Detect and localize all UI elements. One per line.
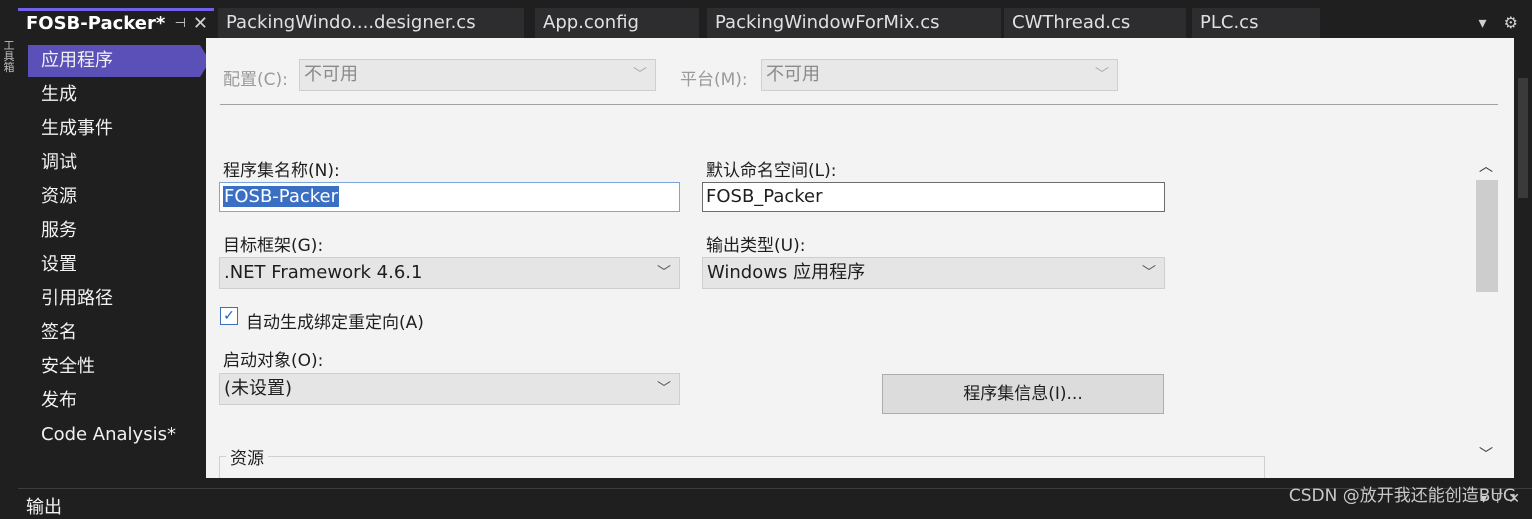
tab-label: PackingWindowForMix.cs — [715, 12, 940, 33]
sidebar-item-build[interactable]: 生成 — [28, 79, 200, 111]
right-rail-handle[interactable] — [1518, 78, 1528, 198]
sidebar-item-label: 签名 — [41, 322, 77, 343]
resources-group-box — [219, 456, 1265, 478]
sidebar-item-code-analysis[interactable]: Code Analysis* — [28, 419, 200, 451]
sidebar-item-security[interactable]: 安全性 — [28, 351, 200, 383]
tab-fosb-packer[interactable]: FOSB-Packer* ⊣ ✕ — [18, 8, 214, 38]
platform-label: 平台(M): — [680, 65, 748, 90]
sidebar-item-settings[interactable]: 设置 — [28, 249, 200, 281]
sidebar-item-label: 资源 — [41, 186, 77, 207]
sidebar-item-publish[interactable]: 发布 — [28, 385, 200, 417]
output-type-select[interactable]: Windows 应用程序 ﹀ — [702, 257, 1165, 289]
sidebar-item-label: 设置 — [41, 254, 77, 275]
config-select: 不可用 ﹀ — [299, 59, 656, 91]
sidebar-item-build-events[interactable]: 生成事件 — [28, 113, 200, 145]
tab-label: CWThread.cs — [1012, 12, 1130, 33]
application-properties-page: 配置(C): 不可用 ﹀ 平台(M): 不可用 ﹀ 程序集名称(N): FOSB… — [206, 38, 1514, 478]
tab-label: PLC.cs — [1200, 12, 1258, 33]
divider — [220, 104, 1498, 105]
auto-binding-label[interactable]: 自动生成绑定重定向(A) — [246, 308, 424, 333]
tab-app-config[interactable]: App.config — [535, 8, 699, 38]
sidebar-item-services[interactable]: 服务 — [28, 215, 200, 247]
vertical-scrollbar[interactable]: ︿ ﹀ — [1474, 150, 1498, 470]
chevron-up-icon[interactable]: ︿ — [1478, 156, 1494, 176]
sidebar-item-application[interactable]: 应用程序 — [28, 45, 200, 77]
sidebar-item-label: 安全性 — [41, 356, 95, 377]
tab-plc[interactable]: PLC.cs — [1192, 8, 1320, 38]
output-type-label: 输出类型(U): — [706, 231, 805, 256]
default-namespace-value: FOSB_Packer — [706, 186, 823, 207]
chevron-down-icon: ﹀ — [1095, 60, 1109, 90]
tab-packingwindowformix[interactable]: PackingWindowForMix.cs — [707, 8, 1001, 38]
auto-binding-checkbox[interactable]: ✓ — [220, 307, 238, 325]
resources-group-label: 资源 — [226, 444, 268, 469]
toolbox-rail[interactable]: 工具箱 — [0, 0, 18, 516]
toolbox-rail-label: 工具箱 — [2, 40, 16, 73]
sidebar-item-label: 服务 — [41, 220, 77, 241]
chevron-down-icon[interactable]: ﹀ — [1478, 444, 1494, 464]
assembly-info-button[interactable]: 程序集信息(I)... — [882, 374, 1164, 414]
sidebar-item-label: 发布 — [41, 390, 77, 411]
sidebar-item-label: 引用路径 — [41, 288, 113, 309]
tab-packingwindow-designer[interactable]: PackingWindo....designer.cs — [218, 8, 524, 38]
tab-label: App.config — [543, 12, 639, 33]
assembly-name-value: FOSB-Packer — [223, 186, 339, 207]
startup-object-label: 启动对象(O): — [223, 346, 323, 371]
tab-cwthread[interactable]: CWThread.cs — [1004, 8, 1186, 38]
default-namespace-label: 默认命名空间(L): — [706, 156, 836, 181]
sidebar-item-reference-paths[interactable]: 引用路径 — [28, 283, 200, 315]
target-framework-select[interactable]: .NET Framework 4.6.1 ﹀ — [219, 257, 680, 289]
config-value: 不可用 — [304, 64, 358, 85]
sidebar-item-label: Code Analysis* — [41, 424, 176, 445]
config-label: 配置(C): — [223, 65, 288, 90]
startup-object-select[interactable]: (未设置) ﹀ — [219, 373, 680, 405]
scrollbar-thumb[interactable] — [1476, 180, 1498, 292]
gear-icon[interactable]: ⚙ — [1504, 13, 1518, 32]
check-icon: ✓ — [223, 308, 235, 324]
tab-label: FOSB-Packer* — [26, 13, 165, 34]
output-type-value: Windows 应用程序 — [707, 262, 865, 283]
dropdown-icon[interactable]: ▾ — [1479, 13, 1487, 32]
sidebar-item-label: 生成事件 — [41, 118, 113, 139]
startup-object-value: (未设置) — [224, 378, 292, 399]
chevron-down-icon: ﹀ — [1142, 258, 1156, 288]
tabbar-tools: ▾ ⚙ — [1467, 8, 1518, 38]
target-framework-label: 目标框架(G): — [223, 231, 323, 256]
sidebar-item-debug[interactable]: 调试 — [28, 147, 200, 179]
sidebar-item-label: 生成 — [41, 84, 77, 105]
target-framework-value: .NET Framework 4.6.1 — [224, 262, 422, 283]
sidebar-item-signing[interactable]: 签名 — [28, 317, 200, 349]
document-tab-bar: FOSB-Packer* ⊣ ✕ PackingWindo....designe… — [18, 8, 1532, 38]
output-panel-title[interactable]: 输出 — [26, 493, 62, 519]
assembly-name-label: 程序集名称(N): — [223, 156, 340, 181]
right-rail — [1514, 38, 1532, 478]
platform-value: 不可用 — [766, 64, 820, 85]
tab-label: PackingWindo....designer.cs — [226, 12, 476, 33]
chevron-down-icon: ﹀ — [657, 374, 671, 404]
default-namespace-input[interactable]: FOSB_Packer — [702, 182, 1165, 212]
pin-icon[interactable]: ⊣ — [175, 11, 186, 37]
assembly-name-input[interactable]: FOSB-Packer — [219, 182, 680, 212]
sidebar-item-label: 调试 — [41, 152, 77, 173]
project-properties-nav: 应用程序 生成 生成事件 调试 资源 服务 设置 引用路径 签名 安全性 发布 … — [28, 45, 206, 478]
watermark: CSDN @放开我还能创造BUG — [1289, 481, 1516, 506]
platform-select: 不可用 ﹀ — [761, 59, 1118, 91]
close-icon[interactable]: ✕ — [193, 11, 208, 37]
sidebar-item-label: 应用程序 — [41, 50, 113, 71]
sidebar-item-resources[interactable]: 资源 — [28, 181, 200, 213]
chevron-down-icon: ﹀ — [657, 258, 671, 288]
chevron-down-icon: ﹀ — [633, 60, 647, 90]
